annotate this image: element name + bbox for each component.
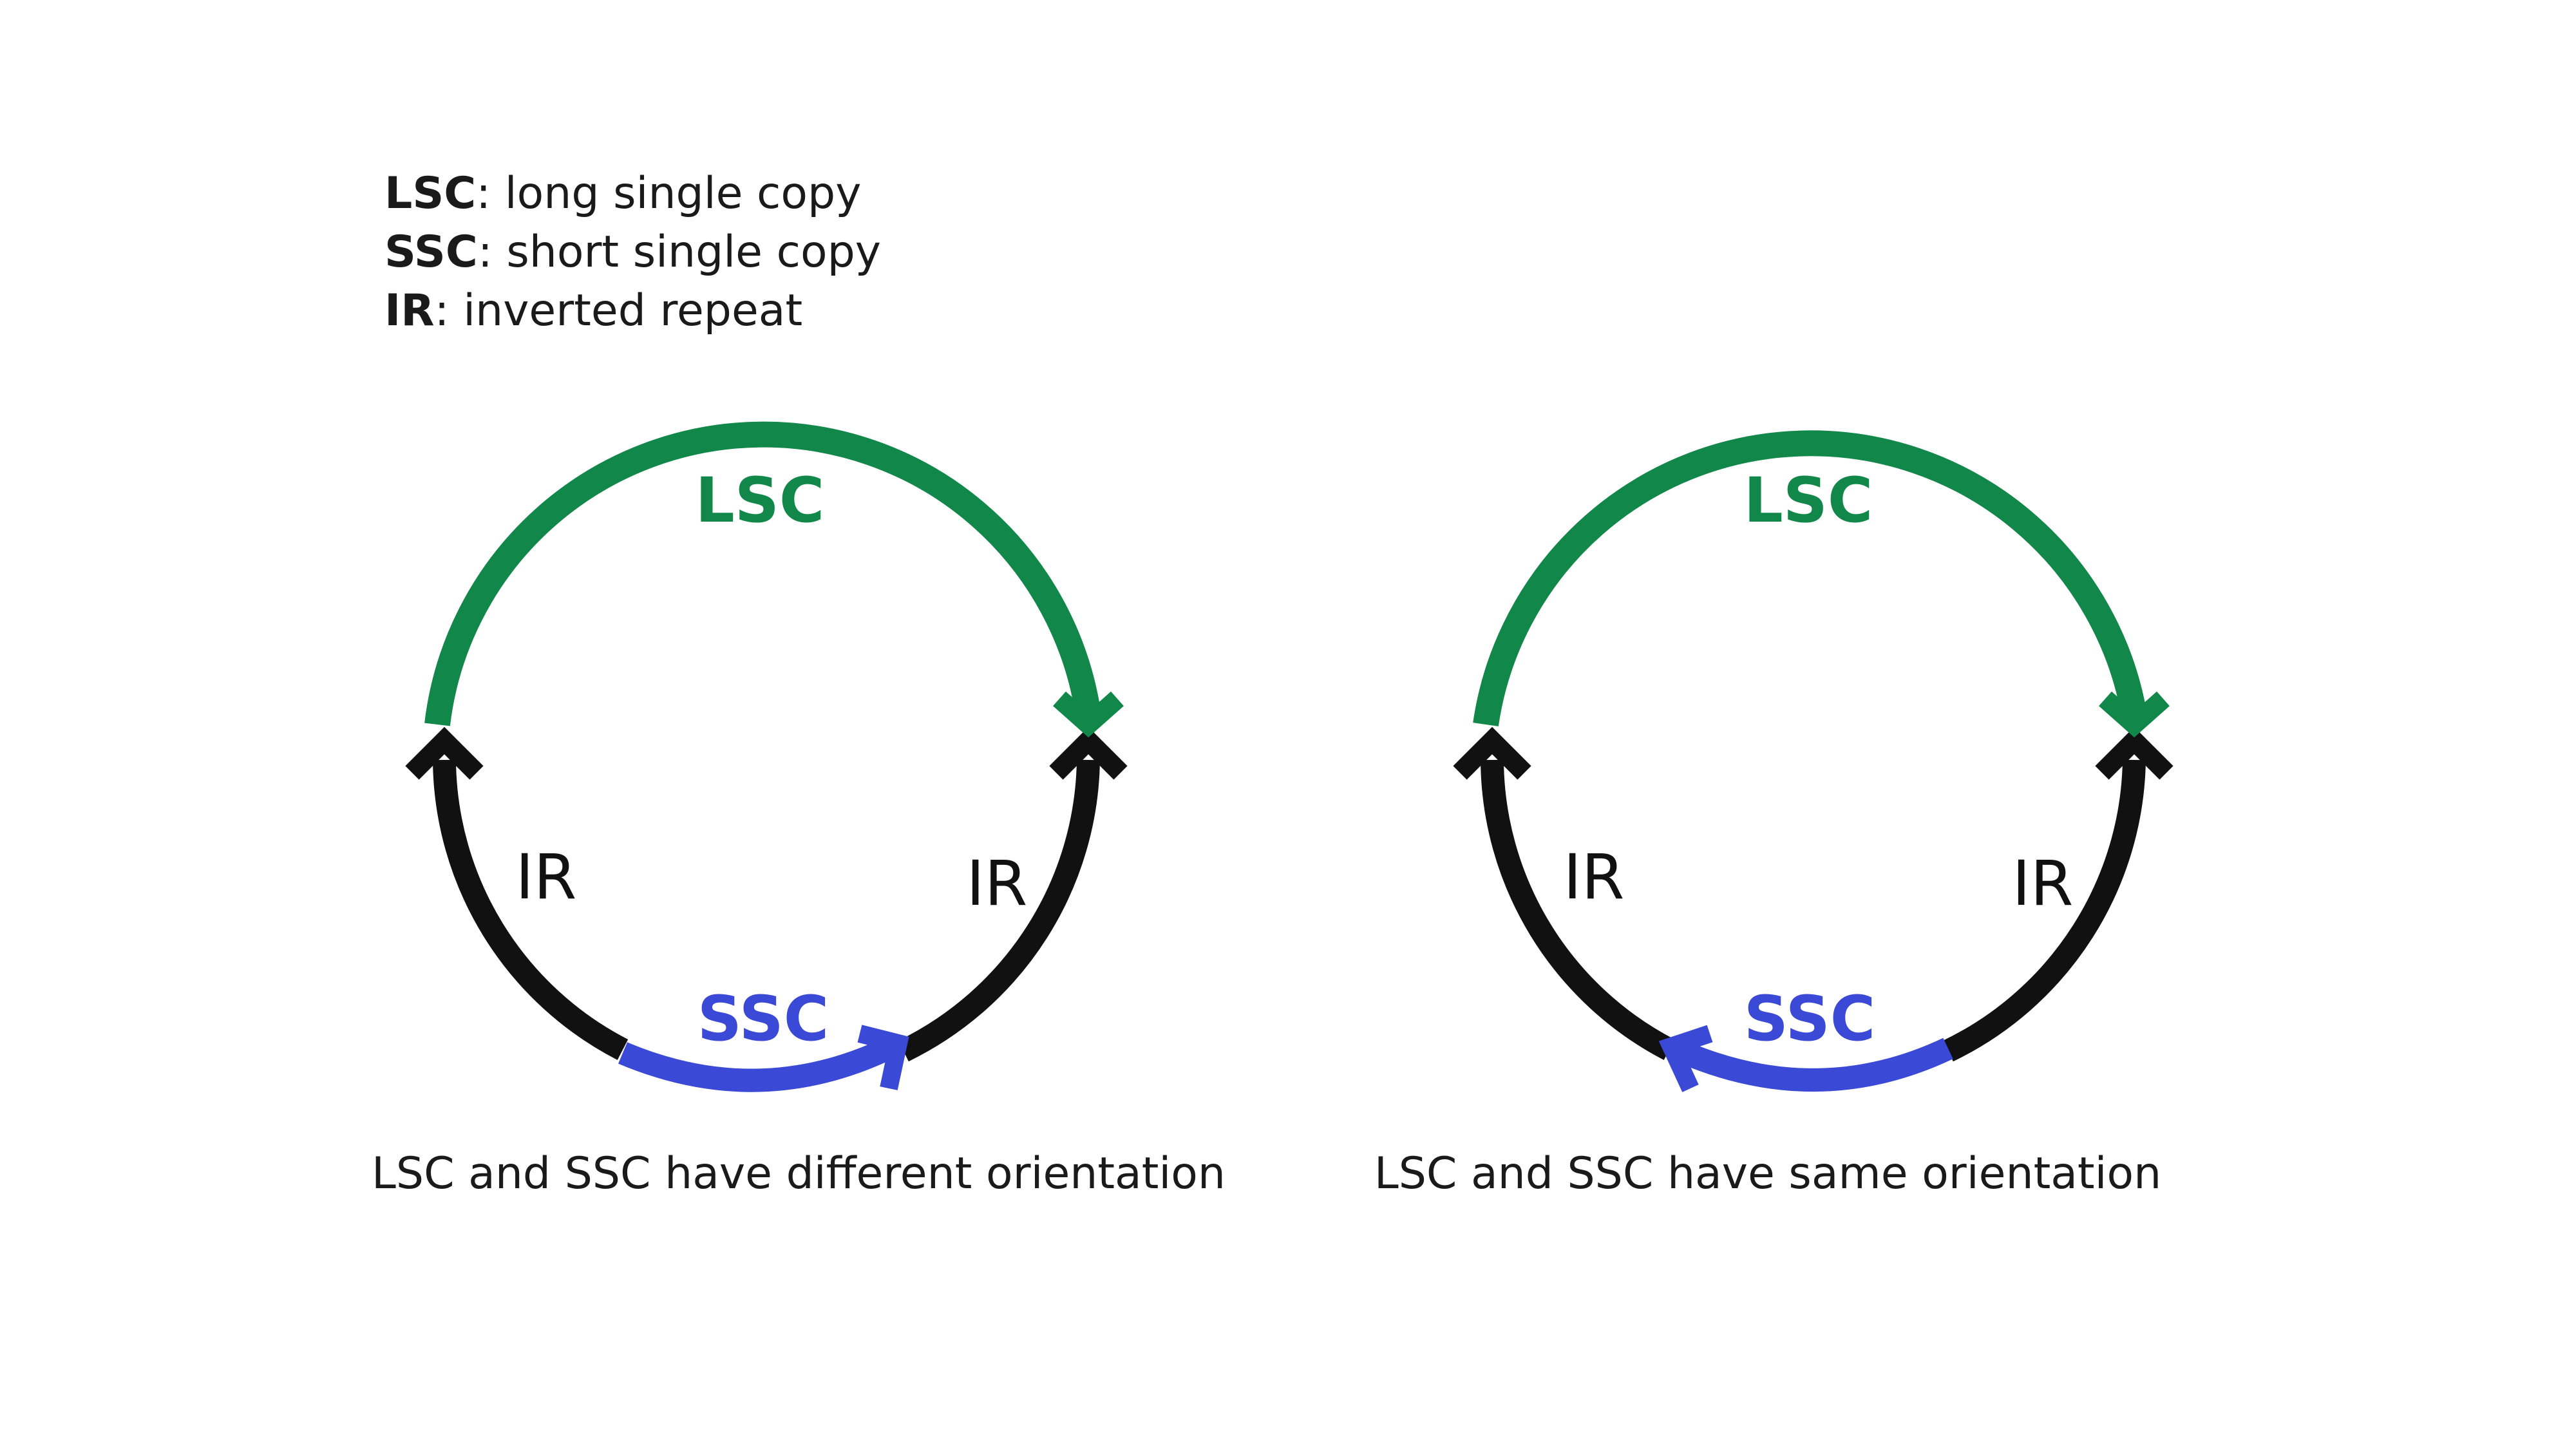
caption-right: LSC and SSC have same orientation <box>1374 1148 2161 1199</box>
lsc-label: LSC <box>696 464 825 536</box>
diagram-svg: LSC SSC IR IR LSC and SSC have different… <box>372 421 2174 1199</box>
ir-right-label: IR <box>2012 848 2073 920</box>
ssc-label: SSC <box>697 983 829 1055</box>
lsc-label: LSC <box>1744 464 1873 536</box>
ir-left-label: IR <box>515 841 576 913</box>
diagram-right: LSC SSC IR IR LSC and SSC have same orie… <box>1374 430 2174 1199</box>
ssc-label: SSC <box>1744 983 1875 1055</box>
diagram-canvas: LSC: long single copy SSC: short single … <box>0 0 2576 1449</box>
ir-right-label: IR <box>966 848 1027 920</box>
ir-left-label: IR <box>1563 841 1624 913</box>
diagram-left: LSC SSC IR IR LSC and SSC have different… <box>372 421 1226 1199</box>
caption-left: LSC and SSC have different orientation <box>372 1148 1226 1199</box>
